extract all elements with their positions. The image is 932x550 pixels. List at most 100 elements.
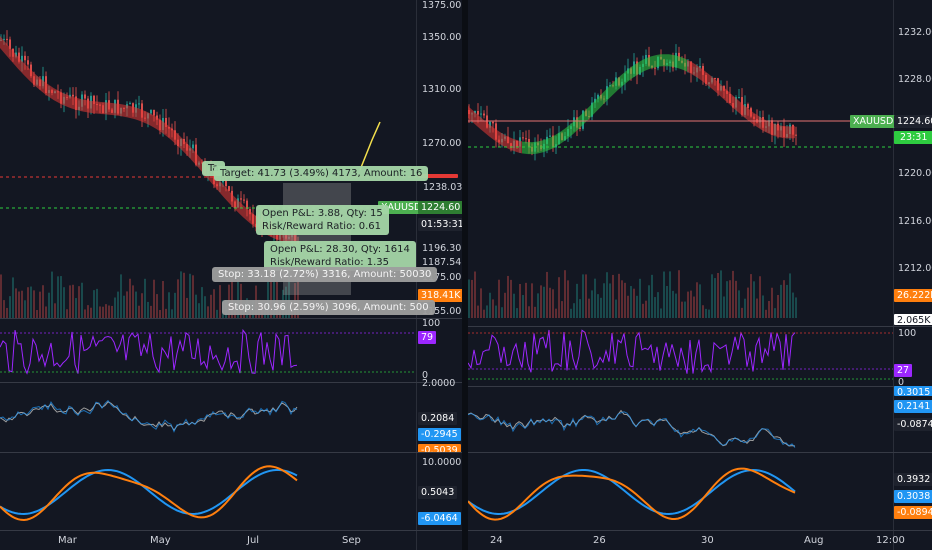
volume-bar (171, 309, 173, 318)
pane-separator[interactable] (468, 452, 932, 453)
volume-bar (135, 291, 137, 318)
volume-bar (585, 274, 587, 318)
candle-body (654, 67, 656, 69)
pnl-tooltip-1[interactable]: Open P&L: 3.88, Qty: 15 Risk/Reward Rati… (256, 205, 389, 235)
pane-separator[interactable] (468, 326, 932, 327)
volume-bar (750, 274, 752, 318)
volume-bar (663, 271, 665, 318)
volume-bar (3, 300, 5, 318)
volume-bar (633, 288, 635, 318)
left-price-tick: 1270.00 (422, 138, 462, 149)
osc1-signal (0, 399, 298, 433)
volume-bar (126, 291, 128, 318)
ma-ribbon-segment (633, 54, 687, 78)
volume-bar (63, 287, 65, 318)
volume-bar (771, 287, 773, 318)
left-chart-panel[interactable]: 1375.00 1350.00 1310.00 1270.00 1196.30 … (0, 0, 467, 550)
volume-bar (573, 303, 575, 318)
volume-bar (183, 272, 185, 318)
volume-bar (102, 306, 104, 318)
target-label[interactable]: Target: 41.73 (3.49%) 4173, Amount: 16 (214, 166, 429, 181)
pane-separator[interactable] (0, 382, 462, 383)
volume-bar (612, 274, 614, 318)
candle-body (3, 38, 5, 40)
volume-bar (753, 281, 755, 318)
candle-body (522, 137, 524, 139)
right-chart-canvas[interactable] (468, 0, 932, 550)
volume-bar (792, 292, 794, 318)
volume-bar (54, 303, 56, 318)
stop-label-2[interactable]: Stop: 30.96 (2.59%) 3096, Amount: 500 (222, 300, 435, 315)
volume-bar (69, 285, 71, 318)
volume-bar (705, 308, 707, 318)
time-axis-label: Aug (804, 535, 824, 546)
osc2-value: 0.3038 (894, 490, 932, 503)
pane-separator[interactable] (468, 386, 932, 387)
volume-bar (654, 297, 656, 318)
projection-arrow (359, 121, 381, 171)
osc2-tick: 10.0000 (422, 457, 462, 468)
volume-bar (123, 295, 125, 318)
volume-bar (564, 270, 566, 318)
candle-body (483, 113, 485, 116)
volume-bar (504, 292, 506, 318)
osc2-slow (468, 467, 796, 521)
volume-bar (630, 286, 632, 318)
stop-label-1[interactable]: Stop: 33.18 (2.72%) 3316, Amount: 50030 (212, 267, 438, 282)
volume-bar (186, 297, 188, 318)
volume-bar (468, 279, 470, 318)
right-chart-panel[interactable]: 1232.00 1228.00 1220.00 1216.00 1212.00 … (468, 0, 932, 550)
ma-ribbon-segment (0, 36, 48, 97)
candle-body (138, 103, 140, 105)
volume-bar (696, 282, 698, 318)
volume-bar (711, 274, 713, 318)
volume-bar (717, 272, 719, 318)
candle-body (492, 121, 494, 124)
volume-bar (210, 294, 212, 318)
pnl-line: Open P&L: 28.30, Qty: 1614 (270, 244, 410, 255)
volume-bar (615, 299, 617, 318)
right-price-axis[interactable] (893, 0, 894, 550)
left-price-tick: 1350.00 (422, 32, 462, 43)
symbol-badge[interactable]: XAUUSD (850, 115, 897, 128)
volume-bar (516, 308, 518, 318)
volume-bar (39, 291, 41, 318)
candle-body (477, 110, 479, 115)
volume-bar (99, 306, 101, 318)
volume-bar (111, 305, 113, 318)
right-price-tick: 1216.00 (898, 216, 932, 227)
volume-bar (540, 285, 542, 318)
osc1-value: -0.2945 (418, 428, 461, 441)
volume-bar (567, 280, 569, 318)
time-axis-separator (0, 530, 462, 531)
left-price-tick: 1196.30 (422, 243, 462, 254)
pane-separator[interactable] (0, 318, 462, 319)
volume-bar (648, 285, 650, 318)
volume-bar (477, 305, 479, 318)
candle-body (84, 94, 86, 99)
volume-bar (75, 298, 77, 318)
volume-bar (165, 308, 167, 318)
volume-bar (600, 297, 602, 318)
volume-bar (741, 307, 743, 318)
volume-bar (777, 294, 779, 318)
volume-bar (795, 297, 797, 318)
volume-bar (561, 301, 563, 318)
osc1-line (468, 409, 796, 447)
volume-bar (714, 278, 716, 318)
volume-bar (576, 283, 578, 318)
pane-separator[interactable] (0, 452, 462, 453)
volume-bar (117, 291, 119, 318)
volume-bar (147, 301, 149, 318)
candle-body (795, 134, 797, 136)
volume-bar (690, 290, 692, 318)
ma-ribbon-segment (468, 106, 522, 154)
volume-bar (213, 289, 215, 318)
volume-bar (105, 304, 107, 318)
volume-bar (492, 299, 494, 318)
volume-bar (762, 295, 764, 318)
candle-body (240, 198, 242, 200)
osc2-value: -0.0894 (894, 506, 932, 519)
volume-bar (150, 305, 152, 318)
volume-bar (471, 279, 473, 318)
